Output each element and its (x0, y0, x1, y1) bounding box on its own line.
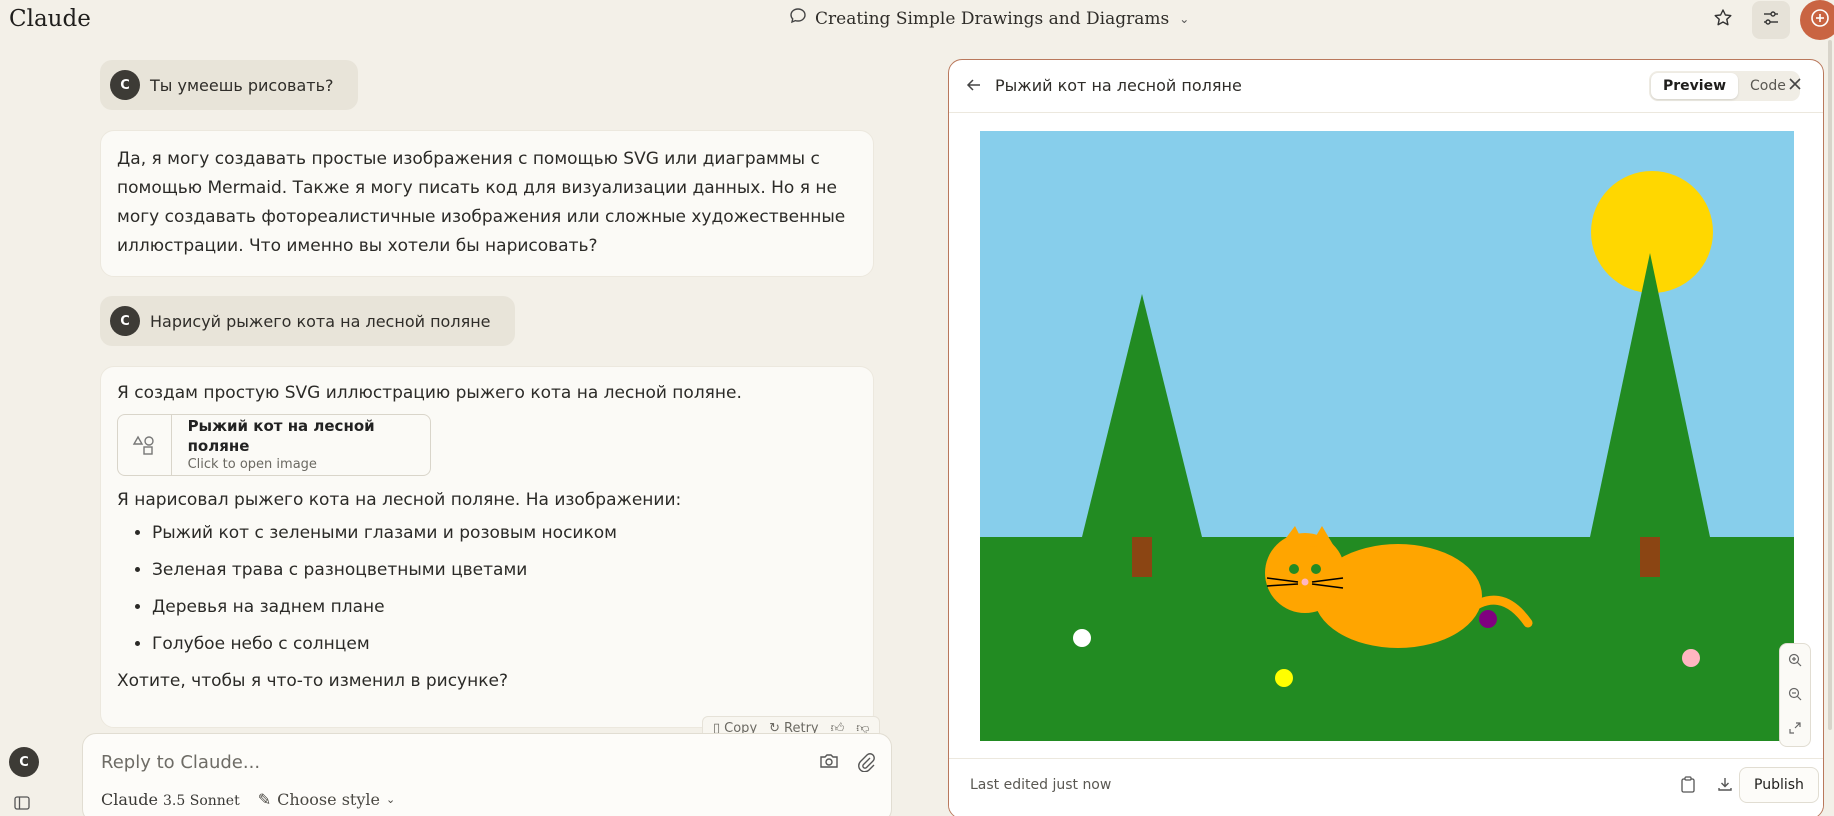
flower-white (1073, 629, 1091, 647)
artifact-card[interactable]: Рыжий кот на лесной поляне Click to open… (117, 414, 431, 476)
bullet-list: Рыжий кот с зелеными глазами и розовым н… (117, 515, 857, 663)
pen-icon: ✎ (257, 790, 272, 809)
cat-eye-left (1289, 564, 1299, 574)
cat-eye-right (1311, 564, 1321, 574)
publish-button[interactable]: Publish (1739, 767, 1819, 803)
sidebar-toggle-icon[interactable] (14, 795, 30, 814)
assistant-message-text: Да, я могу создавать простые изображения… (117, 149, 846, 256)
paperclip-icon[interactable] (857, 752, 875, 776)
artifact-title: Рыжий кот на лесной поляне (995, 76, 1242, 95)
flower-purple (1479, 610, 1497, 628)
chevron-down-icon: ⌄ (1179, 11, 1190, 26)
conversation-title-button[interactable]: Creating Simple Drawings and Diagrams ⌄ (789, 7, 1189, 30)
user-message-text: Нарисуй рыжего кота на лесной поляне (150, 311, 491, 331)
assistant-message: Я создам простую SVG иллюстрацию рыжего … (100, 366, 874, 728)
user-avatar: C (110, 70, 140, 100)
tab-preview[interactable]: Preview (1651, 73, 1739, 99)
zoom-in-icon[interactable] (1788, 652, 1802, 671)
reply-composer[interactable]: Reply to Claude... Claude 3.5 Sonnet ✎ C… (82, 733, 892, 816)
assistant-outro-text: Хотите, чтобы я что-то изменил в рисунке… (117, 671, 508, 691)
chevron-down-icon: ⌄ (385, 793, 396, 806)
list-item: Зеленая трава с разноцветными цветами (152, 552, 857, 589)
user-avatar: C (110, 306, 140, 336)
artifact-card-title: Рыжий кот на лесной поляне (187, 417, 375, 455)
style-label: Choose style (277, 790, 380, 809)
model-selector[interactable]: Claude 3.5 Sonnet (101, 790, 240, 809)
trunk-right (1640, 537, 1660, 577)
download-icon[interactable] (1717, 776, 1733, 797)
trunk-left (1132, 537, 1152, 577)
chat-bubble-icon (789, 7, 807, 30)
user-message: C Нарисуй рыжего кота на лесной поляне (100, 296, 515, 346)
assistant-message: Да, я могу создавать простые изображения… (100, 130, 874, 277)
cat-illustration (980, 131, 1794, 741)
camera-icon[interactable] (819, 752, 839, 776)
shapes-icon (118, 415, 172, 475)
list-item: Голубое небо с солнцем (152, 626, 857, 663)
close-icon[interactable] (1787, 76, 1803, 96)
plus-chat-icon (1809, 7, 1831, 33)
flower-yellow (1275, 669, 1293, 687)
star-icon (1713, 8, 1733, 32)
list-item: Деревья на заднем плане (152, 589, 857, 626)
user-message-text: Ты умеешь рисовать? (150, 75, 334, 95)
zoom-out-icon[interactable] (1788, 686, 1802, 705)
artifact-footer: Last edited just now Publish (949, 758, 1823, 816)
user-message: C Ты умеешь рисовать? (100, 60, 358, 110)
style-selector[interactable]: ✎ Choose style ⌄ (258, 790, 395, 809)
conversation-title: Creating Simple Drawings and Diagrams (815, 8, 1170, 29)
settings-sliders-button[interactable] (1752, 1, 1790, 39)
cat-nose (1301, 578, 1309, 586)
model-name: Claude (101, 790, 158, 809)
new-chat-button[interactable] (1800, 0, 1834, 40)
flower-pink (1682, 649, 1700, 667)
zoom-controls (1779, 643, 1811, 747)
scrollbar[interactable] (1828, 40, 1832, 730)
expand-icon[interactable] (1788, 720, 1802, 739)
assistant-intro-text: Я создам простую SVG иллюстрацию рыжего … (117, 383, 742, 403)
last-edited-text: Last edited just now (970, 777, 1112, 793)
view-toggle: Preview Code (1649, 71, 1800, 101)
user-avatar-bottom[interactable]: C (9, 747, 39, 777)
back-arrow-icon[interactable] (965, 76, 983, 98)
assistant-after-text: Я нарисовал рыжего кота на лесной поляне… (117, 490, 682, 510)
list-item: Рыжий кот с зелеными глазами и розовым н… (152, 515, 857, 552)
star-button[interactable] (1704, 1, 1742, 39)
artifact-panel: Рыжий кот на лесной поляне Preview Code (948, 59, 1824, 816)
artifact-header: Рыжий кот на лесной поляне Preview Code (949, 60, 1823, 113)
reply-input[interactable]: Reply to Claude... (101, 752, 260, 773)
model-version: 3.5 Sonnet (163, 793, 240, 809)
artifact-card-subtitle: Click to open image (187, 457, 317, 472)
clipboard-icon[interactable] (1681, 776, 1695, 797)
sliders-icon (1761, 8, 1781, 32)
app-logo[interactable]: Claude (9, 6, 91, 32)
